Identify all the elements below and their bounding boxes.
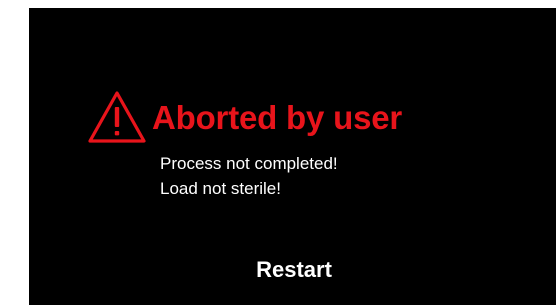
message-process-not-completed: Process not completed! bbox=[160, 154, 338, 173]
restart-button[interactable]: Restart bbox=[214, 250, 374, 290]
alert-title: Aborted by user bbox=[152, 98, 403, 136]
alert-header: Aborted by user bbox=[87, 87, 402, 147]
device-screen: Aborted by user Process not completed! L… bbox=[29, 8, 556, 305]
message-load-not-sterile: Load not sterile! bbox=[160, 179, 281, 198]
alert-messages: Process not completed! Load not sterile! bbox=[160, 151, 338, 201]
warning-icon bbox=[88, 91, 146, 143]
